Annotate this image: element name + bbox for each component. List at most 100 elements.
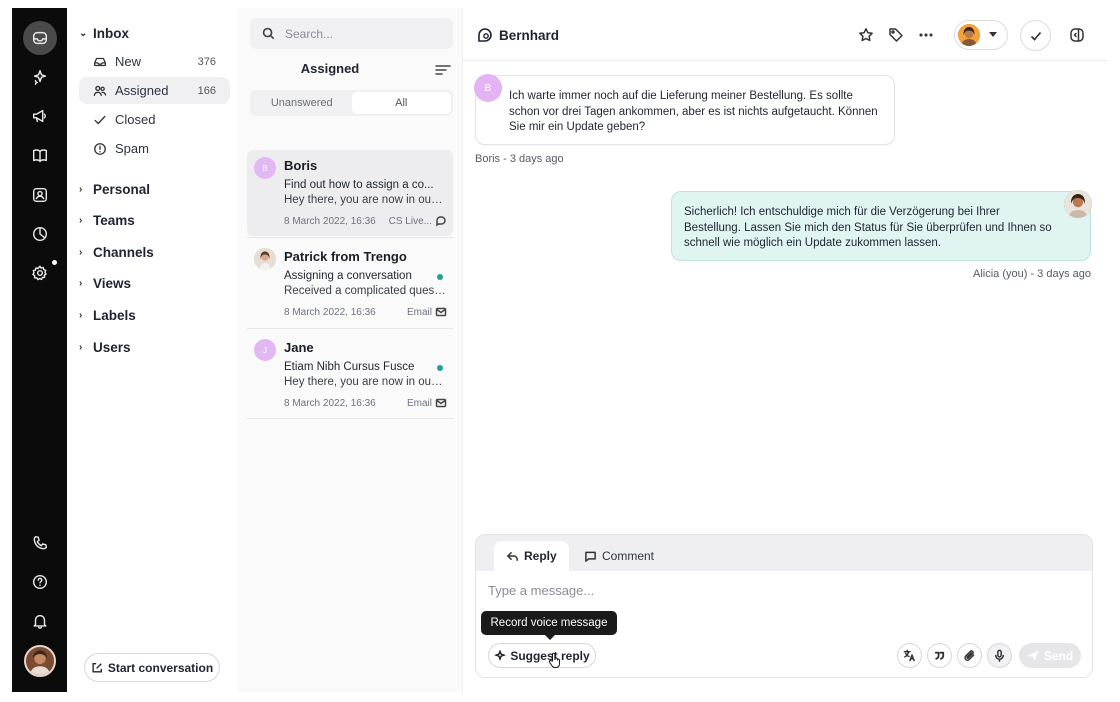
assignee-dropdown[interactable] bbox=[954, 20, 1008, 50]
rail-notifications-button[interactable] bbox=[23, 604, 57, 638]
more-options-button[interactable] bbox=[917, 26, 935, 44]
sidebar-panel-icon bbox=[1070, 28, 1084, 42]
conversation-subject: Assigning a conversation bbox=[284, 270, 412, 282]
unread-dot bbox=[437, 365, 443, 371]
more-horizontal-icon bbox=[919, 33, 933, 37]
rail-ai-button[interactable] bbox=[23, 60, 57, 94]
close-conversation-button[interactable] bbox=[1020, 20, 1051, 51]
rail-reports-button[interactable] bbox=[23, 217, 57, 251]
conversation-preview: Hey there, you are now in our i... bbox=[284, 194, 446, 206]
alert-circle-icon bbox=[94, 142, 106, 155]
folder-item-count: 166 bbox=[197, 84, 216, 97]
conversation-item[interactable]: J Jane Etiam Nibh Cursus Fusce Hey there… bbox=[247, 332, 453, 418]
filter-unanswered[interactable]: Unanswered bbox=[252, 92, 352, 114]
incoming-message-text: Ich warte immer noch auf die Lieferung m… bbox=[509, 90, 878, 133]
microphone-icon bbox=[995, 649, 1004, 662]
book-icon bbox=[32, 149, 48, 163]
tab-comment[interactable]: Comment bbox=[572, 541, 666, 571]
label-button[interactable] bbox=[887, 26, 905, 44]
outgoing-message: Sicherlich! Ich entschuldige mich für di… bbox=[671, 190, 1092, 261]
filter-toggle: Unanswered All bbox=[250, 90, 453, 116]
rail-help-center-button[interactable] bbox=[23, 138, 57, 172]
tree-labels[interactable]: › Labels bbox=[79, 305, 136, 325]
translate-button[interactable] bbox=[897, 643, 922, 668]
search-icon bbox=[262, 27, 275, 40]
folder-item-closed[interactable]: Closed bbox=[79, 106, 230, 133]
outgoing-message-text: Sicherlich! Ich entschuldige mich für di… bbox=[684, 206, 1052, 249]
tree-group-label: Views bbox=[93, 275, 132, 291]
chevron-right-icon: › bbox=[79, 341, 83, 353]
tree-group-label: Channels bbox=[93, 244, 154, 260]
outgoing-message-meta: Alicia (you) - 3 days ago bbox=[973, 268, 1091, 280]
folder-item-spam[interactable]: Spam bbox=[79, 135, 230, 162]
conversation-channel-label: Email bbox=[406, 397, 432, 409]
tree-group-label: Personal bbox=[93, 181, 151, 197]
users-icon bbox=[93, 85, 107, 96]
agent-avatar bbox=[1064, 190, 1092, 218]
folder-item-assigned[interactable]: Assigned 166 bbox=[79, 77, 230, 104]
agent-photo bbox=[1064, 190, 1092, 218]
start-conversation-label: Start conversation bbox=[107, 660, 214, 675]
chevron-right-icon: › bbox=[79, 214, 83, 226]
tree-inbox-label: Inbox bbox=[93, 25, 129, 41]
question-icon bbox=[32, 574, 48, 590]
list-title: Assigned bbox=[300, 61, 360, 76]
rail-contacts-button[interactable] bbox=[23, 178, 57, 212]
chevron-right-icon: › bbox=[79, 277, 83, 289]
comment-icon bbox=[585, 551, 596, 562]
tree-channels[interactable]: › Channels bbox=[79, 242, 154, 262]
settings-notification-dot bbox=[52, 260, 57, 265]
conversation-channel: CS Live... bbox=[389, 215, 447, 227]
folder-item-label: Assigned bbox=[115, 83, 169, 98]
search-box[interactable] bbox=[250, 18, 453, 49]
rail-broadcast-button[interactable] bbox=[23, 99, 57, 133]
composer-tabs: Reply Comment bbox=[476, 535, 1092, 571]
chat-panel: Bernhard B Ich warte immer noch auf die … bbox=[463, 8, 1108, 692]
list-divider bbox=[247, 237, 453, 238]
rail-help-button[interactable] bbox=[23, 565, 57, 599]
check-icon bbox=[1030, 31, 1041, 41]
phone-icon bbox=[33, 535, 48, 550]
folder-item-label: Spam bbox=[115, 141, 149, 156]
folder-item-new[interactable]: New 376 bbox=[79, 48, 230, 75]
attach-button[interactable] bbox=[957, 643, 982, 668]
conversation-channel: Email bbox=[407, 306, 447, 318]
chevron-down-icon: ⌄ bbox=[79, 27, 88, 39]
quick-reply-button[interactable] bbox=[927, 643, 952, 668]
tree-group-label: Users bbox=[93, 339, 131, 355]
suggest-reply-button[interactable]: Suggest reply bbox=[488, 643, 596, 668]
conversation-item[interactable]: B Boris Find out how to assign a co... H… bbox=[247, 150, 453, 236]
chat-channel-icon bbox=[478, 28, 492, 42]
sort-icon[interactable] bbox=[435, 65, 451, 75]
send-label: Send bbox=[1043, 648, 1074, 663]
favorite-button[interactable] bbox=[857, 26, 875, 44]
tab-reply-label: Reply bbox=[524, 549, 557, 563]
conversation-item[interactable]: Patrick from Trengo Assigning a conversa… bbox=[247, 241, 453, 327]
conversation-date: 8 March 2022, 16:36 bbox=[284, 216, 376, 227]
start-conversation-button[interactable]: Start conversation bbox=[84, 653, 220, 682]
contact-name[interactable]: Bernhard bbox=[499, 28, 559, 43]
conversation-channel-label: CS Live... bbox=[388, 215, 432, 227]
tab-reply[interactable]: Reply bbox=[494, 541, 569, 571]
record-voice-button[interactable] bbox=[987, 643, 1012, 668]
send-button[interactable]: Send bbox=[1019, 643, 1081, 668]
tree-users[interactable]: › Users bbox=[79, 337, 131, 357]
user-avatar[interactable] bbox=[24, 645, 56, 677]
filter-all[interactable]: All bbox=[351, 92, 451, 114]
list-divider bbox=[247, 328, 453, 329]
send-icon bbox=[1027, 650, 1038, 661]
chevron-right-icon: › bbox=[79, 309, 83, 321]
tab-comment-label: Comment bbox=[602, 549, 655, 563]
paperclip-icon bbox=[964, 650, 975, 661]
pie-chart-icon bbox=[32, 226, 48, 242]
tree-personal[interactable]: › Personal bbox=[79, 179, 150, 199]
tree-teams[interactable]: › Teams bbox=[79, 210, 135, 230]
search-input[interactable] bbox=[285, 26, 435, 41]
tree-views[interactable]: › Views bbox=[79, 273, 131, 293]
rail-voip-button[interactable] bbox=[23, 526, 57, 560]
toggle-sidebar-button[interactable] bbox=[1068, 26, 1086, 44]
list-divider bbox=[247, 418, 453, 419]
app-window: ⌄ Inbox New 376 Assigned 166 Closed Spam… bbox=[12, 8, 1108, 692]
rail-inbox-button[interactable] bbox=[23, 21, 57, 55]
tree-inbox[interactable]: ⌄ Inbox bbox=[79, 23, 129, 43]
